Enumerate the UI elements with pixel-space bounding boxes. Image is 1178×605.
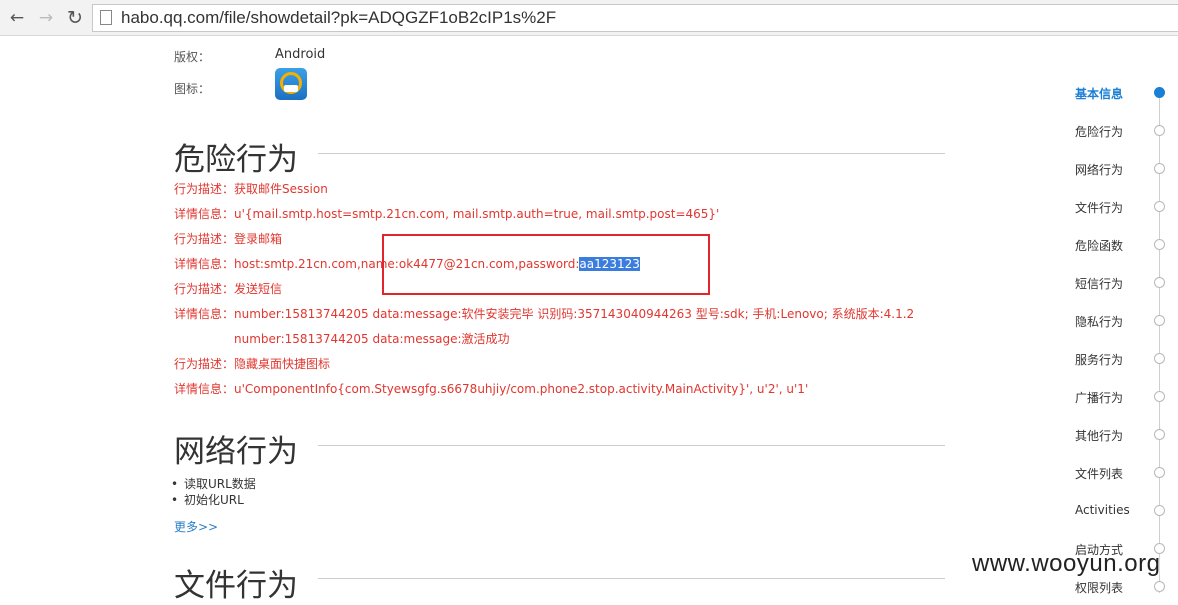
browser-toolbar: ← → ↻ habo.qq.com/file/showdetail?pk=ADQ…	[0, 0, 1178, 36]
network-section-title: 网络行为	[174, 434, 298, 470]
nav-item[interactable]: 文件行为	[1075, 199, 1123, 216]
risk-value: number:15813744205 data:message:软件安装完毕 识…	[234, 307, 915, 321]
risk-row: 行为描述：获取邮件Session	[174, 180, 328, 197]
icon-label: 图标：	[174, 82, 211, 96]
reload-icon[interactable]: ↻	[64, 7, 86, 29]
nav-item[interactable]: 服务行为	[1075, 351, 1123, 368]
risk-row: 行为描述：隐藏桌面快捷图标	[174, 355, 330, 372]
nav-item[interactable]: 隐私行为	[1075, 313, 1123, 330]
list-item: 初始化URL	[170, 492, 256, 508]
url-text[interactable]: habo.qq.com/file/showdetail?pk=ADQGZF1oB…	[121, 8, 556, 28]
risk-row: 详情信息：u'{mail.smtp.host=smtp.21cn.com, ma…	[174, 205, 719, 222]
back-arrow-icon[interactable]: ←	[6, 7, 28, 29]
forward-arrow-icon[interactable]: →	[35, 7, 57, 29]
risk-label: 详情信息：	[174, 382, 235, 396]
nav-dot[interactable]	[1154, 391, 1165, 402]
nav-dot[interactable]	[1154, 87, 1165, 98]
nav-item[interactable]: 文件列表	[1075, 465, 1123, 482]
risk-value: u'{mail.smtp.host=smtp.21cn.com, mail.sm…	[234, 207, 720, 221]
app-icon	[275, 68, 307, 100]
page-icon	[100, 10, 112, 25]
risk-row: 行为描述：发送短信	[174, 280, 282, 297]
nav-item[interactable]: 广播行为	[1075, 389, 1123, 406]
section-divider	[318, 445, 945, 446]
risk-value: 隐藏桌面快捷图标	[234, 357, 331, 371]
watermark: www.wooyun.org	[972, 550, 1161, 577]
section-divider	[318, 153, 945, 154]
network-list: 读取URL数据 初始化URL	[170, 476, 256, 508]
copyright-label: 版权：	[174, 50, 211, 64]
risk-value: u'ComponentInfo{com.Styewsgfg.s6678uhjiy…	[234, 382, 809, 396]
risk-detail-continuation: number:15813744205 data:message:激活成功	[234, 332, 510, 346]
nav-item[interactable]: 危险行为	[1075, 123, 1123, 140]
nav-dot[interactable]	[1154, 353, 1165, 364]
nav-item[interactable]: 基本信息	[1075, 85, 1123, 102]
file-section-title: 文件行为	[174, 568, 298, 604]
address-bar[interactable]: habo.qq.com/file/showdetail?pk=ADQGZF1oB…	[92, 4, 1178, 32]
section-navigator: 基本信息危险行为网络行为文件行为危险函数短信行为隐私行为服务行为广播行为其他行为…	[1060, 37, 1178, 596]
nav-dot[interactable]	[1154, 125, 1165, 136]
nav-dot[interactable]	[1154, 505, 1165, 516]
risk-label: 详情信息：	[174, 207, 235, 221]
nav-item[interactable]: 短信行为	[1075, 275, 1123, 292]
risk-label: 详情信息：	[174, 257, 235, 271]
nav-item[interactable]: 权限列表	[1075, 579, 1123, 596]
risk-value: 获取邮件Session	[234, 182, 328, 196]
risk-label: 行为描述：	[174, 182, 235, 196]
section-divider	[318, 578, 945, 579]
nav-dot[interactable]	[1154, 163, 1165, 174]
risk-label: 行为描述：	[174, 357, 235, 371]
page-content: 版权： Android 图标： 危险行为 行为描述：获取邮件Session 详情信…	[0, 37, 1178, 604]
nav-dot[interactable]	[1154, 467, 1165, 478]
nav-dot[interactable]	[1154, 201, 1165, 212]
highlight-box	[382, 234, 710, 295]
nav-dot[interactable]	[1154, 277, 1165, 288]
nav-dot[interactable]	[1154, 429, 1165, 440]
risk-section-title: 危险行为	[174, 142, 298, 178]
risk-label: 行为描述：	[174, 232, 235, 246]
risk-label: 行为描述：	[174, 282, 235, 296]
nav-item[interactable]: 网络行为	[1075, 161, 1123, 178]
nav-item[interactable]: 危险函数	[1075, 237, 1123, 254]
copyright-value: Android	[275, 47, 326, 62]
risk-row: 详情信息：number:15813744205 data:message:软件安…	[174, 305, 914, 322]
risk-row: 行为描述：登录邮箱	[174, 230, 282, 247]
nav-item[interactable]: 其他行为	[1075, 427, 1123, 444]
nav-dot[interactable]	[1154, 315, 1165, 326]
risk-value: 发送短信	[234, 282, 283, 296]
risk-label: 详情信息：	[174, 307, 235, 321]
list-item: 读取URL数据	[170, 476, 256, 492]
more-link[interactable]: 更多>>	[174, 518, 218, 535]
risk-value: 登录邮箱	[234, 232, 283, 246]
nav-dot[interactable]	[1154, 581, 1165, 592]
nav-dot[interactable]	[1154, 239, 1165, 250]
nav-item[interactable]: Activities	[1075, 503, 1130, 517]
risk-row: 详情信息：u'ComponentInfo{com.Styewsgfg.s6678…	[174, 380, 808, 397]
